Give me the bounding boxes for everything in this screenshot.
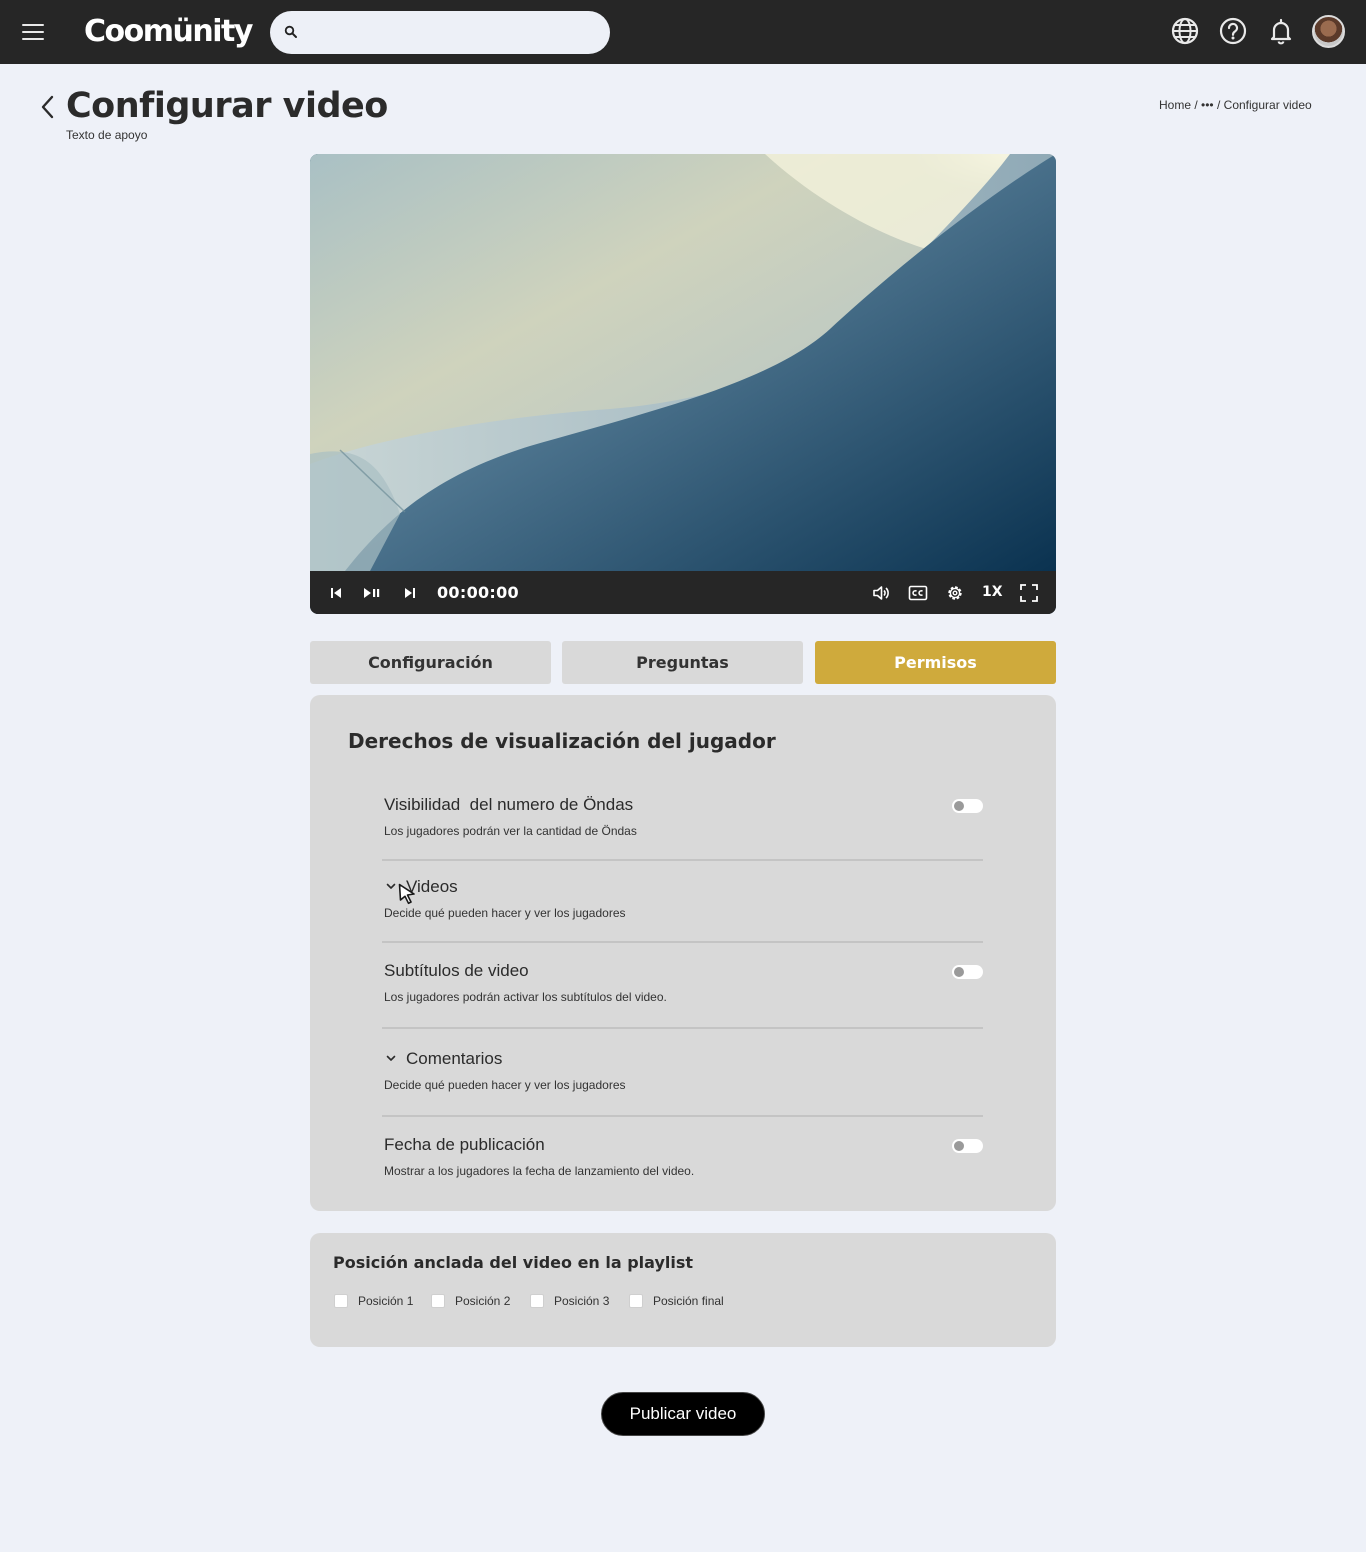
video-frame[interactable] [310, 154, 1056, 571]
checkbox[interactable] [629, 1294, 643, 1308]
permission-description: Los jugadores podrán activar los subtítu… [384, 990, 667, 1004]
video-player[interactable]: 00:00:00 1X [310, 154, 1056, 614]
tab-preguntas[interactable]: Preguntas [562, 641, 803, 684]
position-2-checkbox[interactable]: Posición 2 [431, 1293, 510, 1309]
back-arrow-icon[interactable] [38, 94, 58, 120]
avatar[interactable] [1312, 15, 1345, 48]
menu-icon[interactable] [21, 22, 45, 42]
playlist-position-card: Posición anclada del video en la playlis… [310, 1233, 1056, 1347]
breadcrumb-home[interactable]: Home [1159, 98, 1191, 112]
publish-video-button[interactable]: Publicar video [601, 1392, 765, 1436]
divider [382, 859, 983, 861]
captions-icon[interactable] [908, 583, 928, 603]
top-bar: Coomünity [0, 0, 1366, 64]
bell-icon[interactable] [1266, 16, 1296, 46]
page-subtitle: Texto de apoyo [66, 128, 148, 142]
breadcrumb-ellipsis[interactable]: ••• [1201, 98, 1214, 112]
tab-permisos[interactable]: Permisos [815, 641, 1056, 684]
playback-speed-button[interactable]: 1X [982, 584, 1003, 600]
skip-next-icon[interactable] [400, 583, 420, 603]
breadcrumb-separator: / [1191, 98, 1202, 112]
publish-date-toggle[interactable] [952, 1139, 983, 1153]
divider [382, 941, 983, 943]
page-title: Configurar video [66, 86, 388, 126]
permissions-card: Derechos de visualización del jugador Vi… [310, 695, 1056, 1211]
checkbox[interactable] [431, 1294, 445, 1308]
video-controls: 00:00:00 1X [310, 571, 1056, 614]
ondas-visibility-toggle[interactable] [952, 799, 983, 813]
help-icon[interactable] [1218, 16, 1248, 46]
search-input[interactable] [306, 11, 596, 54]
volume-icon[interactable] [871, 583, 891, 603]
permission-title: Fecha de publicación [384, 1135, 545, 1154]
checkbox-label: Posición 3 [554, 1294, 610, 1308]
breadcrumb-current: Configurar video [1223, 98, 1312, 112]
checkbox[interactable] [334, 1294, 348, 1308]
fullscreen-icon[interactable] [1019, 583, 1039, 603]
permission-title: Comentarios [406, 1049, 503, 1068]
checkbox[interactable] [530, 1294, 544, 1308]
playlist-position-title: Posición anclada del video en la playlis… [333, 1253, 694, 1272]
search-icon [284, 25, 297, 38]
chevron-down-icon[interactable] [385, 880, 397, 892]
position-3-checkbox[interactable]: Posición 3 [530, 1293, 609, 1309]
position-final-checkbox[interactable]: Posición final [629, 1293, 724, 1309]
chevron-down-icon[interactable] [385, 1052, 397, 1064]
permission-description: Decide qué pueden hacer y ver los jugado… [384, 906, 626, 920]
permission-description: Decide qué pueden hacer y ver los jugado… [384, 1078, 626, 1092]
position-1-checkbox[interactable]: Posición 1 [334, 1293, 413, 1309]
search-bar[interactable] [270, 11, 610, 54]
checkbox-label: Posición 1 [358, 1294, 414, 1308]
globe-icon[interactable] [1170, 16, 1200, 46]
tab-configuracion[interactable]: Configuración [310, 641, 551, 684]
time-display: 00:00:00 [437, 583, 519, 602]
divider [382, 1115, 983, 1117]
permission-title: Visibilidad del numero de Öndas [384, 795, 634, 814]
skip-previous-icon[interactable] [326, 583, 346, 603]
breadcrumb-separator: / [1213, 98, 1224, 112]
permission-description: Los jugadores podrán ver la cantidad de … [384, 824, 637, 838]
checkbox-label: Posición 2 [455, 1294, 511, 1308]
subtitles-toggle[interactable] [952, 965, 983, 979]
checkbox-label: Posición final [653, 1294, 724, 1308]
play-pause-icon[interactable] [362, 583, 382, 603]
permission-description: Mostrar a los jugadores la fecha de lanz… [384, 1164, 695, 1178]
permission-title: Subtítulos de video [384, 961, 529, 980]
breadcrumb: Home / ••• / Configurar video [1159, 98, 1312, 112]
settings-icon[interactable] [945, 583, 965, 603]
logo[interactable]: Coomünity [84, 12, 253, 52]
divider [382, 1027, 983, 1029]
permissions-title: Derechos de visualización del jugador [348, 729, 776, 753]
mouse-cursor-icon [398, 883, 415, 905]
